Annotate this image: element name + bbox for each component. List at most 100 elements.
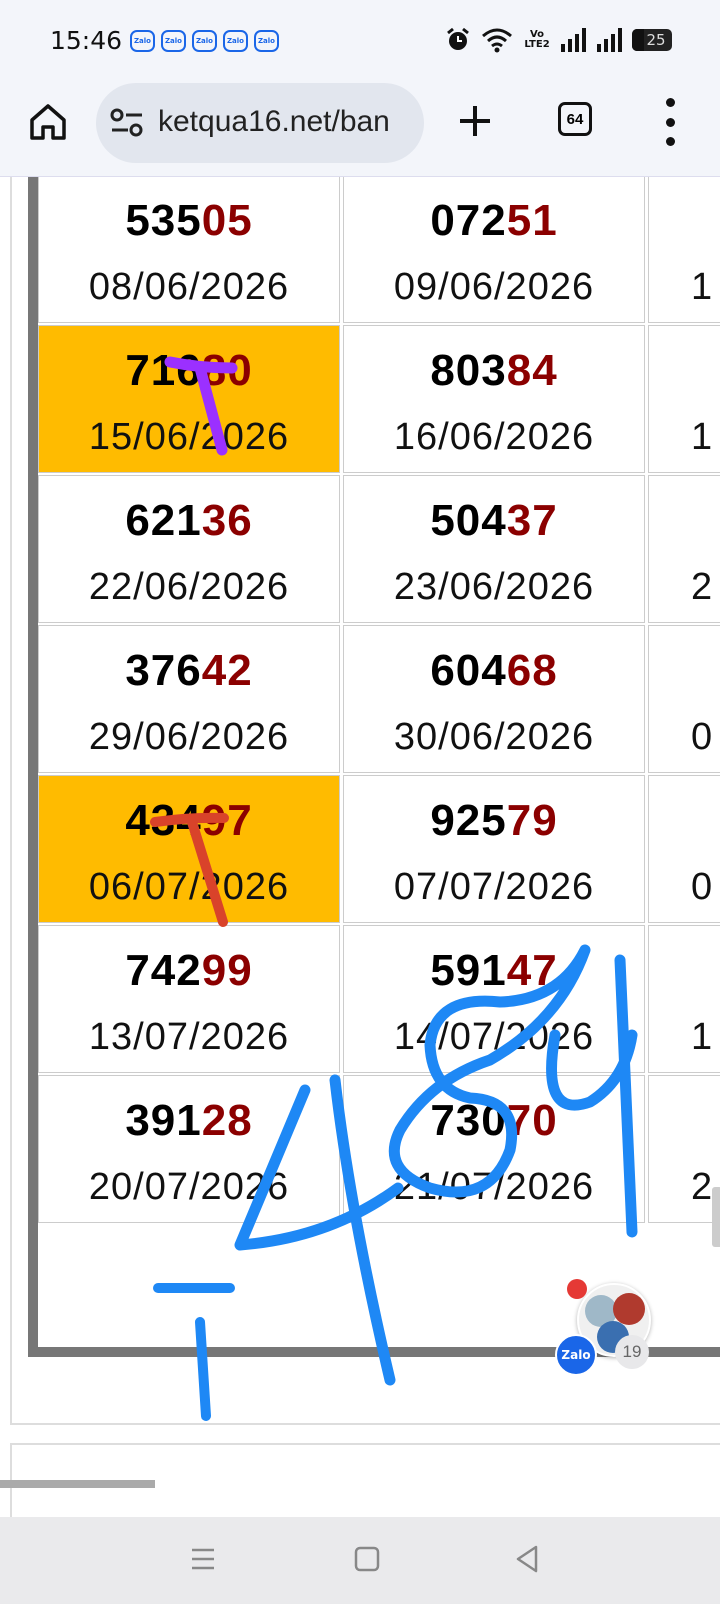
result-number-lead: 621 [125,496,202,545]
result-date: 1 [691,416,714,458]
signal-icon [597,28,622,52]
result-cell: 53505 08/06/2026 [38,177,340,323]
result-number-lead: 535 [125,196,202,245]
result-number: 43497 [39,796,339,846]
site-settings-icon[interactable] [110,108,144,138]
result-number: 71680 [39,346,339,396]
result-number-tail: 36 [201,496,253,545]
clock: 15:46 [50,26,123,55]
result-date: 30/06/2026 [393,716,595,758]
result-date: 13/07/2026 [88,1016,290,1058]
scrollbar-thumb[interactable] [712,1187,720,1247]
status-bar: 15:46 Zalo Zalo Zalo Zalo Zalo Vo LTE2 2… [0,0,720,80]
result-number: 60468 [344,646,644,696]
url-text[interactable]: ketqua16.net/ban [158,105,390,139]
result-date: 06/07/2026 [88,866,290,908]
result-number: 07251 [344,196,644,246]
result-cell: 39128 20/07/2026 [38,1075,340,1223]
result-number-lead: 434 [125,796,202,845]
result-number: 59147 [344,946,644,996]
result-date: 20/07/2026 [88,1166,290,1208]
system-nav-bar [0,1517,720,1604]
result-number-lead: 604 [430,646,507,695]
result-cell: 0 [648,775,720,923]
system-icons: Vo LTE2 25 [444,26,672,54]
result-cell: 74299 13/07/2026 [38,925,340,1073]
result-number-tail: 84 [506,346,558,395]
result-date: 0 [691,866,714,908]
result-number-lead: 742 [125,946,202,995]
zalo-notification-icon: Zalo [223,30,248,52]
result-number-tail: 99 [201,946,253,995]
recents-menu-icon[interactable] [183,1539,223,1579]
result-date: 1 [691,1016,714,1058]
battery-level: 25 [646,31,666,49]
result-number: 62136 [39,496,339,546]
zalo-chat-bubble[interactable]: Zalo 19 [555,1279,655,1376]
wifi-icon [482,28,512,53]
result-number: 37642 [39,646,339,696]
result-date: 15/06/2026 [88,416,290,458]
result-cell: 2 [648,475,720,623]
result-cell: 37642 29/06/2026 [38,625,340,773]
result-number-tail: 70 [506,1096,558,1145]
result-number-lead: 591 [430,946,507,995]
result-date: 14/07/2026 [393,1016,595,1058]
result-number: 74299 [39,946,339,996]
browser-toolbar: ketqua16.net/ban 64 [0,80,720,177]
result-number-tail: 80 [201,346,253,395]
results-table: 9035301/06/20267382502/06/202605350508/0… [28,177,720,1357]
result-cell: 07251 09/06/2026 [343,177,645,323]
home-icon[interactable] [26,100,70,144]
result-number: 39128 [39,1096,339,1146]
result-date: 09/06/2026 [393,266,595,308]
result-number-lead: 376 [125,646,202,695]
result-date: 29/06/2026 [88,716,290,758]
result-number-tail: 47 [506,946,558,995]
result-number-lead: 803 [430,346,507,395]
back-nav-icon[interactable] [508,1539,548,1579]
result-number-lead: 716 [125,346,202,395]
result-number-tail: 68 [506,646,558,695]
result-number-tail: 28 [201,1096,253,1145]
address-bar[interactable]: ketqua16.net/ban [96,83,424,163]
lte-label: LTE2 [524,39,550,50]
result-cell: 92579 07/07/2026 [343,775,645,923]
result-date: 1 [691,266,714,308]
zalo-logo-icon: Zalo [555,1334,597,1376]
result-number: 50437 [344,496,644,546]
more-menu-icon[interactable] [660,98,680,146]
notification-icons: Zalo Zalo Zalo Zalo Zalo [130,30,279,52]
result-number: 92579 [344,796,644,846]
result-number-tail: 97 [201,796,253,845]
zalo-notification-icon: Zalo [254,30,279,52]
result-date: 0 [691,716,714,758]
result-date: 22/06/2026 [88,566,290,608]
result-number-tail: 37 [506,496,558,545]
new-tab-icon[interactable] [452,98,498,144]
battery-icon: 25 [632,29,672,51]
tab-switcher-button[interactable]: 64 [558,102,592,136]
result-number-tail: 05 [201,196,253,245]
result-cell: 73070 21/07/2026 [343,1075,645,1223]
signal-icon [561,28,586,52]
zalo-notification-icon: Zalo [130,30,155,52]
result-date: 07/07/2026 [393,866,595,908]
result-cell: 50437 23/06/2026 [343,475,645,623]
result-cell: 0 [648,625,720,773]
result-date: 08/06/2026 [88,266,290,308]
result-cell: 60468 30/06/2026 [343,625,645,773]
result-cell: 2 [648,1075,720,1223]
next-card-bar [0,1480,155,1488]
result-number: 80384 [344,346,644,396]
alarm-icon [447,27,469,50]
result-number-lead: 730 [430,1096,507,1145]
result-cell: 62136 22/06/2026 [38,475,340,623]
result-cell: 43497 06/07/2026 [38,775,340,923]
zalo-notification-icon: Zalo [161,30,186,52]
home-nav-icon[interactable] [347,1539,387,1579]
result-cell: 80384 16/06/2026 [343,325,645,473]
result-number-tail: 79 [506,796,558,845]
result-date: 16/06/2026 [393,416,595,458]
result-date: 21/07/2026 [393,1166,595,1208]
